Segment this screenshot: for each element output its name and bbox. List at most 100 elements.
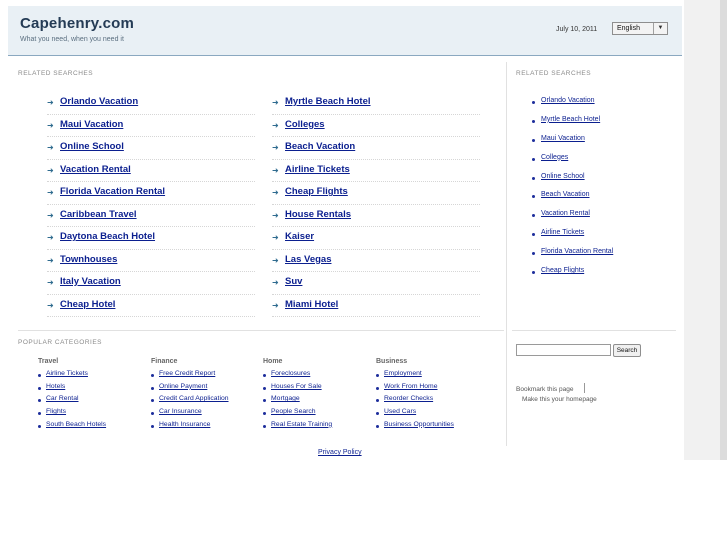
list-item: Employment [376, 370, 486, 383]
related-link[interactable]: Caribbean Travel [60, 209, 137, 220]
search-button[interactable]: Search [613, 344, 641, 357]
bullet-icon [532, 157, 535, 161]
related-link[interactable]: Daytona Beach Hotel [60, 231, 155, 242]
sidebar-link[interactable]: Airline Tickets [541, 229, 584, 236]
arrow-bullet-icon: ➜ [272, 300, 279, 310]
arrow-bullet-icon: ➜ [47, 300, 54, 310]
category-link[interactable]: Real Estate Training [271, 421, 332, 428]
related-link[interactable]: Italy Vacation [60, 276, 121, 287]
list-item: Houses For Sale [263, 383, 373, 396]
category-link[interactable]: Work From Home [384, 383, 438, 390]
sidebar-link[interactable]: Colleges [541, 154, 568, 161]
arrow-bullet-icon: ➜ [272, 278, 279, 287]
sidebar-link[interactable]: Orlando Vacation [541, 97, 595, 104]
language-select[interactable]: English ▼ [612, 22, 668, 35]
site-title[interactable]: Capehenry.com [20, 15, 134, 32]
related-link[interactable]: Colleges [285, 119, 325, 130]
category-link[interactable]: Car Insurance [159, 408, 202, 415]
category-link[interactable]: Online Payment [159, 383, 207, 390]
bullet-icon [376, 424, 379, 428]
category-link[interactable]: Employment [384, 370, 422, 377]
category-link[interactable]: Mortgage [271, 395, 300, 402]
related-link[interactable]: Suv [285, 276, 302, 287]
sidebar-link[interactable]: Maui Vacation [541, 135, 585, 142]
sidebar-link[interactable]: Beach Vacation [541, 191, 590, 198]
category-link[interactable]: Used Cars [384, 408, 416, 415]
list-item: Flights [38, 408, 148, 421]
sidebar-link[interactable]: Myrtle Beach Hotel [541, 116, 600, 123]
arrow-bullet-icon: ➜ [272, 255, 279, 265]
related-link[interactable]: Beach Vacation [285, 141, 355, 152]
list-item: ➜ Miami Hotel [272, 295, 480, 317]
category-link[interactable]: Hotels [46, 383, 65, 390]
list-item: Airline Tickets [38, 370, 148, 383]
bullet-icon [151, 386, 154, 390]
category-link[interactable]: Free Credit Report [159, 370, 215, 377]
related-link[interactable]: Airline Tickets [285, 164, 350, 175]
related-link[interactable]: Cheap Flights [285, 186, 348, 197]
list-item: ➜ House Rentals [272, 205, 480, 227]
sidebar-link[interactable]: Online School [541, 173, 585, 180]
sidebar-link[interactable]: Cheap Flights [541, 267, 584, 274]
category-travel: Travel Airline Tickets Hotels Car Rental… [38, 358, 148, 433]
bullet-icon [532, 101, 535, 104]
category-link[interactable]: Credit Card Application [159, 395, 229, 402]
list-item: Maui Vacation [532, 135, 672, 154]
bullet-icon [376, 412, 379, 416]
list-item: ➜ Cheap Flights [272, 182, 480, 205]
arrow-bullet-icon: ➜ [47, 98, 54, 107]
sidebar-link[interactable]: Florida Vacation Rental [541, 248, 613, 255]
bullet-icon [376, 399, 379, 403]
list-item: People Search [263, 408, 373, 421]
category-link[interactable]: Houses For Sale [271, 383, 322, 390]
homepage-link[interactable]: Make this your homepage [522, 396, 597, 403]
category-home: Home Foreclosures Houses For Sale Mortga… [263, 358, 373, 433]
sidebar-link[interactable]: Vacation Rental [541, 210, 590, 217]
list-item: ➜ Kaiser [272, 227, 480, 250]
category-link[interactable]: Reorder Checks [384, 395, 433, 402]
category-business: Business Employment Work From Home Reord… [376, 358, 486, 433]
bullet-icon [151, 424, 154, 428]
category-link[interactable]: Foreclosures [271, 370, 310, 377]
bullet-icon [532, 138, 535, 142]
bullet-icon [532, 176, 535, 180]
search-input[interactable] [516, 344, 611, 356]
chevron-down-icon[interactable]: ▼ [653, 23, 667, 34]
bullet-icon [38, 399, 41, 403]
category-link[interactable]: Flights [46, 408, 66, 415]
date-label: July 10, 2011 [556, 26, 598, 33]
arrow-bullet-icon: ➜ [272, 98, 279, 107]
category-link[interactable]: People Search [271, 408, 316, 415]
category-link[interactable]: Business Opportunities [384, 421, 454, 428]
related-link[interactable]: Maui Vacation [60, 119, 123, 130]
related-link[interactable]: Myrtle Beach Hotel [285, 96, 371, 107]
list-item: Reorder Checks [376, 395, 486, 408]
list-item: ➜ Myrtle Beach Hotel [272, 92, 480, 115]
related-link[interactable]: Online School [60, 141, 124, 152]
bullet-icon [376, 374, 379, 377]
category-link[interactable]: Airline Tickets [46, 370, 88, 377]
bullet-icon [151, 374, 154, 377]
related-link[interactable]: Miami Hotel [285, 299, 338, 310]
related-link[interactable]: Las Vegas [285, 254, 331, 265]
related-link[interactable]: Orlando Vacation [60, 96, 138, 107]
bookmark-link[interactable]: Bookmark this page [516, 386, 573, 393]
scrollbar[interactable] [720, 0, 727, 460]
category-heading: Travel [38, 358, 59, 365]
related-link[interactable]: Townhouses [60, 254, 117, 265]
privacy-policy-link[interactable]: Privacy Policy [318, 449, 362, 456]
related-link[interactable]: Vacation Rental [60, 164, 131, 175]
related-link[interactable]: Florida Vacation Rental [60, 186, 165, 197]
category-link[interactable]: Car Rental [46, 395, 79, 402]
list-item: Florida Vacation Rental [532, 248, 672, 267]
list-item: ➜ Daytona Beach Hotel [47, 227, 255, 250]
related-link[interactable]: Kaiser [285, 231, 314, 242]
list-item: Used Cars [376, 408, 486, 421]
category-link[interactable]: South Beach Hotels [46, 421, 106, 428]
bullet-icon [376, 386, 379, 390]
category-link[interactable]: Health Insurance [159, 421, 210, 428]
related-link[interactable]: House Rentals [285, 209, 351, 220]
related-link[interactable]: Cheap Hotel [60, 299, 115, 310]
list-item: Myrtle Beach Hotel [532, 116, 672, 135]
popular-categories-label: POPULAR CATEGORIES [18, 339, 103, 346]
